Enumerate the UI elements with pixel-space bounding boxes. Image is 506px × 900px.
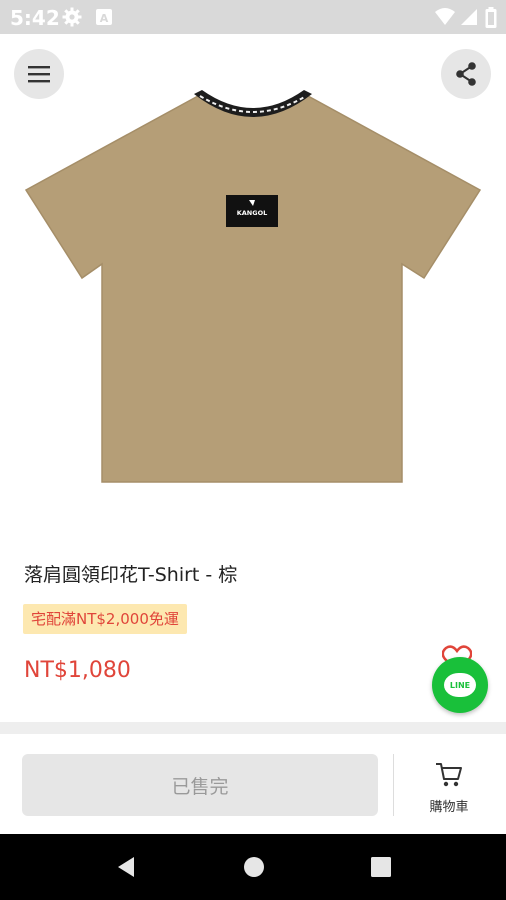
section-divider [0, 722, 506, 734]
wifi-icon [434, 7, 456, 31]
cart-button[interactable]: 購物車 [404, 760, 494, 826]
home-icon[interactable] [242, 855, 266, 879]
bottom-bar-separator [393, 754, 394, 816]
kangol-logo-text: KANGOL [237, 209, 268, 217]
product-price: NT$1,080 [24, 658, 131, 683]
battery-icon [485, 7, 497, 33]
tshirt-body [24, 95, 482, 483]
signal-icon [459, 7, 479, 31]
hamburger-menu-icon [28, 66, 50, 83]
product-title: 落肩圓領印花T-Shirt - 棕 [24, 564, 238, 586]
status-time: 5:42 [10, 6, 60, 30]
menu-button[interactable] [14, 49, 64, 99]
sold-out-label: 已售完 [171, 775, 229, 798]
share-icon [456, 62, 476, 86]
a-icon: A [95, 7, 113, 31]
line-icon: LINE [444, 673, 476, 697]
back-icon[interactable] [114, 855, 138, 879]
sold-out-button[interactable]: 已售完 [22, 754, 378, 816]
free-shipping-badge: 宅配滿NT$2,000免運 [23, 604, 187, 634]
cart-icon [436, 763, 462, 787]
settings-icon [62, 7, 82, 31]
cart-label: 購物車 [429, 800, 469, 815]
product-image: KANGOL [24, 90, 482, 483]
line-chat-button[interactable]: LINE [432, 657, 488, 713]
line-label: LINE [449, 680, 471, 690]
android-nav-bar [0, 834, 506, 900]
share-button[interactable] [441, 49, 491, 99]
svg-text:A: A [100, 12, 109, 25]
recents-icon[interactable] [370, 856, 392, 878]
status-bar: 5:42 A [0, 0, 506, 34]
